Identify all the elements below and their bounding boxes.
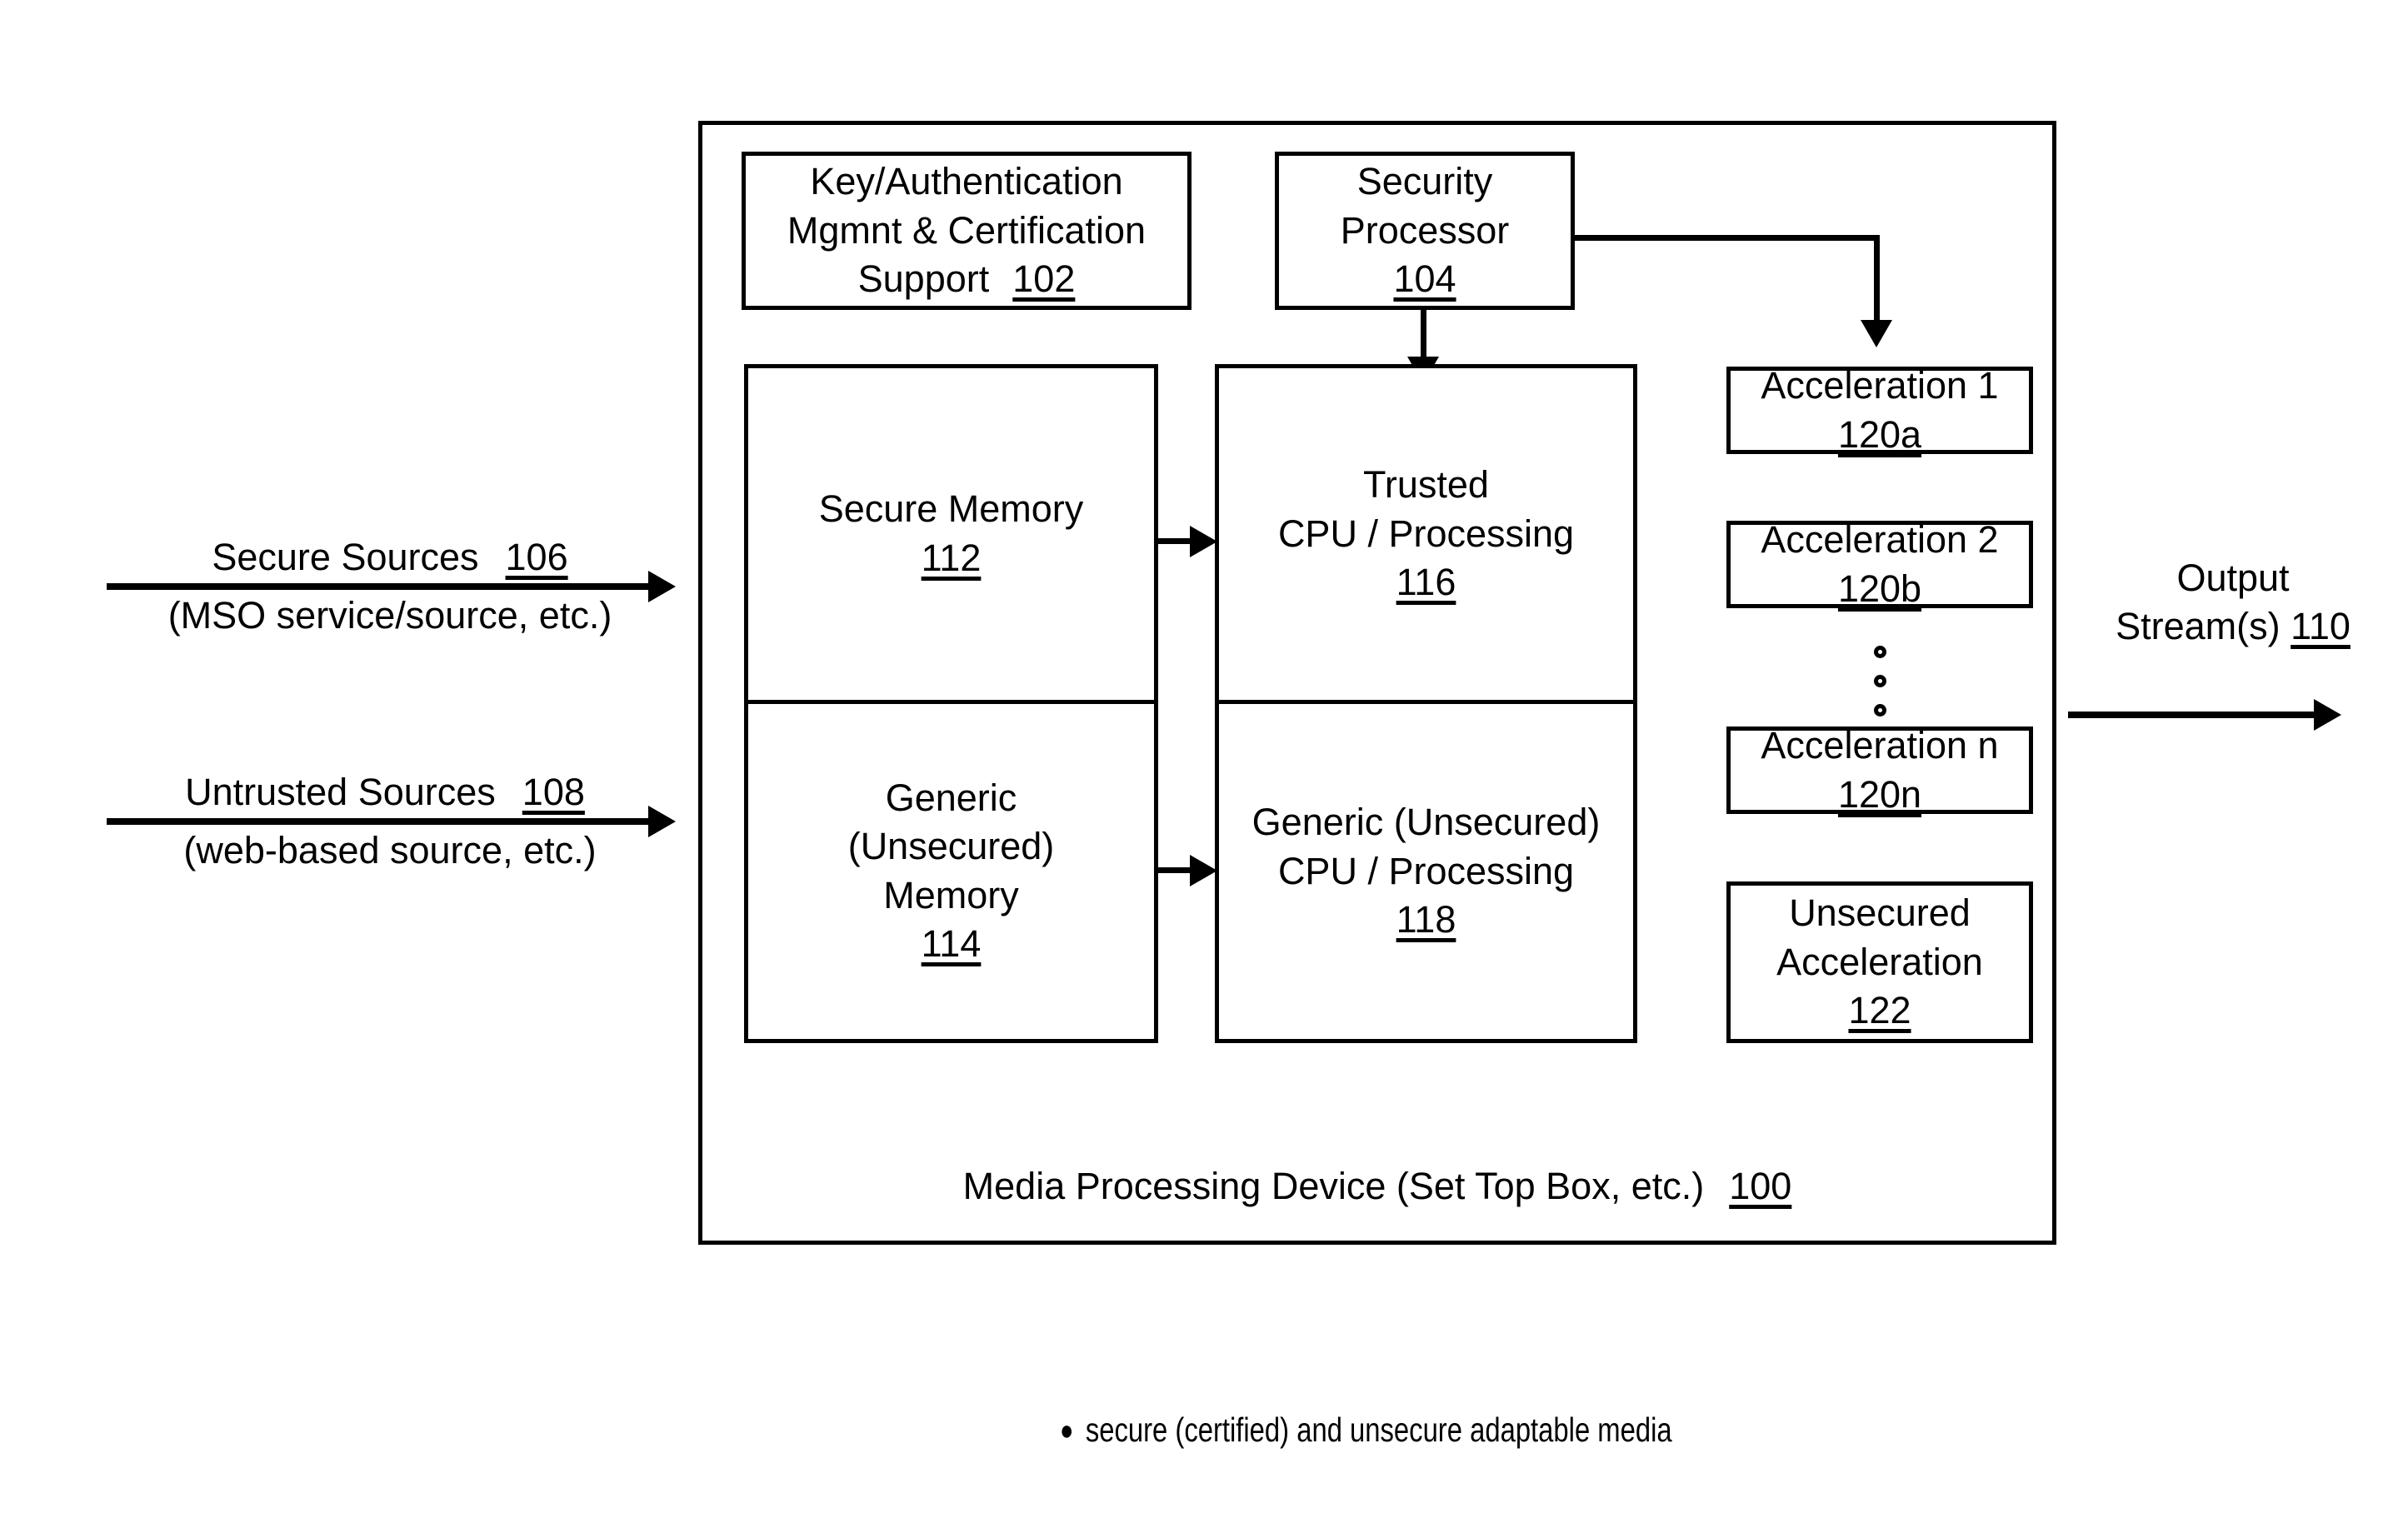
- unsecured-acceleration-ref: 122: [1848, 989, 1911, 1032]
- acceleration-1-box: Acceleration 1 120a: [1726, 364, 2033, 456]
- generic-memory-ref: 114: [921, 922, 982, 966]
- output-stream-arrow-line: [2068, 712, 2318, 718]
- key-auth-line-3-text: Support: [857, 257, 990, 301]
- trusted-cpu-line-2: CPU / Processing: [1277, 512, 1575, 555]
- unsecured-acceleration-line-2: Acceleration: [1776, 940, 1983, 983]
- acceleration-1-label: Acceleration 1: [1761, 364, 1999, 407]
- container-label-ref: 100: [1729, 1164, 1792, 1207]
- memory-column: Secure Memory 112 Generic (Unsecured) Me…: [744, 364, 1158, 1043]
- connector-generic-memory-to-generic-cpu-arrowhead: [1190, 855, 1217, 886]
- security-processor-line-1: Security: [1356, 160, 1493, 203]
- output-stream-label: Output Stream(s) 110: [2091, 554, 2375, 650]
- secure-sources-sublabel: (MSO service/source, etc.): [167, 594, 612, 637]
- untrusted-sources-arrow-line: [107, 818, 653, 825]
- connector-sp-to-accel1-vertical: [1874, 235, 1880, 327]
- security-processor-box: Security Processor 104: [1275, 152, 1575, 310]
- figure-canvas: Media Processing Device (Set Top Box, et…: [0, 0, 2408, 1523]
- untrusted-sources-ref: 108: [522, 771, 585, 813]
- footnote-line-1: ● secure (certified) and unsecure adaptab…: [1060, 1404, 1672, 1456]
- generic-cpu-ref: 118: [1396, 898, 1456, 941]
- key-authentication-box: Key/Authentication Mgmnt & Certification…: [742, 152, 1192, 310]
- generic-memory-line-2: (Unsecured): [847, 825, 1055, 868]
- generic-memory-box: Generic (Unsecured) Memory 114: [748, 704, 1154, 1040]
- acceleration-2-ref: 120b: [1837, 567, 1922, 610]
- security-processor-ref: 104: [1393, 257, 1456, 301]
- output-stream-line-1: Output: [2176, 557, 2290, 599]
- vertical-ellipsis-dot-1: [1874, 646, 1886, 658]
- secure-memory-box: Secure Memory 112: [748, 368, 1154, 704]
- untrusted-sources-sublabel: (web-based source, etc.): [183, 829, 597, 871]
- unsecured-acceleration-line-1: Unsecured: [1789, 891, 1971, 935]
- secure-memory-ref: 112: [921, 536, 982, 579]
- secure-sources-ref: 106: [505, 536, 568, 578]
- trusted-cpu-line-1: Trusted: [1363, 463, 1489, 506]
- generic-cpu-line-1: Generic (Unsecured): [1251, 801, 1601, 843]
- output-stream-ref: 110: [2291, 604, 2351, 647]
- key-auth-line-1: Key/Authentication: [810, 160, 1123, 203]
- trusted-cpu-ref: 116: [1396, 561, 1456, 603]
- connector-secure-memory-to-trusted-cpu-arrowhead: [1190, 526, 1217, 557]
- generic-memory-line-1: Generic: [885, 776, 1017, 819]
- key-auth-ref: 102: [1012, 257, 1076, 301]
- vertical-ellipsis-dot-2: [1874, 675, 1886, 687]
- trusted-cpu-box: Trusted CPU / Processing 116: [1219, 368, 1633, 704]
- connector-sp-to-accel1-horizontal: [1575, 235, 1880, 241]
- untrusted-sources-label: Untrusted Sources 108: [93, 768, 677, 816]
- connector-sp-to-trusted-cpu-vertical: [1421, 310, 1426, 362]
- container-label-text: Media Processing Device (Set Top Box, et…: [962, 1164, 1705, 1207]
- security-processor-line-2: Processor: [1340, 208, 1510, 252]
- acceleration-n-ref: 120n: [1837, 772, 1922, 816]
- container-label: Media Processing Device (Set Top Box, et…: [963, 1162, 1792, 1211]
- output-stream-line-2: Stream(s): [2116, 604, 2281, 647]
- unsecured-acceleration-box: Unsecured Acceleration 122: [1726, 881, 2033, 1043]
- acceleration-2-label: Acceleration 2: [1761, 518, 1999, 561]
- footnote-line-1-text: secure (certified) and unsecure adaptabl…: [1085, 1410, 1672, 1449]
- secure-sources-label-text: Secure Sources: [212, 536, 479, 578]
- acceleration-2-box: Acceleration 2 120b: [1726, 518, 2033, 610]
- output-stream-arrowhead: [2314, 699, 2341, 731]
- untrusted-sources-label-text: Untrusted Sources: [185, 771, 496, 813]
- generic-cpu-line-2: CPU / Processing: [1277, 849, 1575, 892]
- secure-sources-arrow-line: [107, 583, 653, 590]
- secure-memory-line-1: Secure Memory: [818, 487, 1084, 531]
- generic-memory-line-3: Memory: [883, 873, 1019, 916]
- vertical-ellipsis-dot-3: [1874, 704, 1886, 717]
- generic-cpu-box: Generic (Unsecured) CPU / Processing 118: [1219, 704, 1633, 1040]
- footnote-caption: ● secure (certified) and unsecure adaptab…: [1060, 1300, 1672, 1523]
- acceleration-1-ref: 120a: [1837, 412, 1922, 456]
- acceleration-n-box: Acceleration n 120n: [1726, 724, 2033, 816]
- key-auth-line-3: Support 102: [858, 255, 1076, 304]
- bullet-icon: ●: [1060, 1414, 1074, 1446]
- acceleration-n-label: Acceleration n: [1761, 724, 1999, 766]
- key-auth-line-2: Mgmnt & Certification: [787, 208, 1147, 252]
- secure-sources-label: Secure Sources 106: [107, 533, 673, 582]
- cpu-column: Trusted CPU / Processing 116 Generic (Un…: [1215, 364, 1637, 1043]
- connector-sp-to-accel1-arrowhead: [1861, 320, 1892, 347]
